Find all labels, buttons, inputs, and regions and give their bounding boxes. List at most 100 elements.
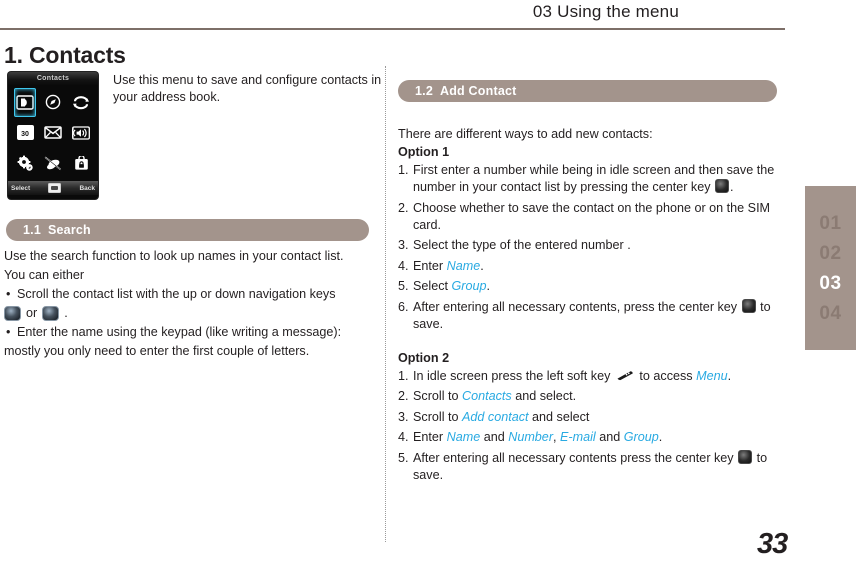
option-1-step-4: 4. Enter Name. — [398, 258, 780, 275]
keyword-add-contact: Add contact — [462, 409, 529, 424]
step-text-mid3: and — [595, 430, 624, 445]
option-1-step-3: 3. Select the type of the entered number… — [398, 237, 780, 254]
phone-softkey-left[interactable]: Select — [11, 185, 30, 192]
step-text-pre: Scroll to — [413, 389, 462, 404]
step-text-pre: After entering all necessary contents, p… — [413, 299, 741, 314]
step-text: Enter Name and Number, E-mail and Group. — [413, 429, 780, 446]
option-2-step-3: 3. Scroll to Add contact and select — [398, 409, 780, 426]
search-bullet-1: • Scroll the contact list with the up or… — [4, 286, 382, 303]
step-index: 5. — [398, 450, 409, 465]
search-line-1: Use the search function to look up names… — [4, 249, 344, 263]
navigation-keys-row: or . — [4, 305, 382, 322]
step-index: 5. — [398, 279, 409, 294]
section-pill-add-contact-number: 1.2 — [415, 84, 433, 98]
sidebar-tab-02[interactable]: 02 — [819, 244, 841, 263]
tools-icon — [39, 148, 67, 179]
option-2-step-5: 5. After entering all necessary contents… — [398, 449, 780, 485]
gear-icon — [11, 148, 39, 179]
step-text: Scroll to Add contact and select — [413, 409, 780, 426]
step-text: Enter Name. — [413, 258, 780, 275]
step-text-pre: In idle screen press the left soft key — [413, 368, 614, 383]
step-text-mid2: , — [553, 430, 561, 445]
section-pill-add-contact: 1.2 Add Contact — [398, 80, 777, 102]
option-1-step-6: 6. After entering all necessary contents… — [398, 298, 780, 334]
step-index: 4. — [398, 430, 409, 445]
step-text-pre: Enter — [413, 258, 447, 273]
step-text: Scroll to Contacts and select. — [413, 388, 780, 405]
navkey-or-label: or — [26, 306, 38, 320]
step-text: In idle screen press the left soft key t… — [413, 368, 780, 385]
search-bullet-2-text: Enter the name using the keypad (like wr… — [17, 325, 342, 339]
sidebar-tab-04[interactable]: 04 — [819, 304, 841, 323]
speaker-icon — [67, 118, 95, 149]
option-1-step-2: 2. Choose whether to save the contact on… — [398, 200, 780, 235]
search-bullet-2-cont: mostly you only need to enter the first … — [4, 344, 310, 358]
step-text-post: . — [658, 430, 663, 445]
keyword-group: Group — [623, 430, 659, 445]
bullet-dot-icon: • — [6, 287, 11, 301]
step-text-pre: Select — [413, 279, 452, 294]
keyword-contacts: Contacts — [462, 389, 512, 404]
step-index: 1. — [398, 162, 409, 177]
navkey-period: . — [64, 306, 68, 320]
step-text-pre: Enter — [413, 430, 447, 445]
chapter-tab-strip: 01 02 03 04 — [805, 186, 856, 350]
phone-screen-mockup: Contacts 30 Select Back — [8, 72, 98, 199]
keyword-email: E-mail — [560, 430, 596, 445]
center-key-icon[interactable] — [738, 449, 753, 464]
phone-screen-title: Contacts — [8, 72, 98, 85]
step-text: After entering all necessary contents, p… — [413, 298, 780, 334]
step-index: 4. — [398, 258, 409, 273]
add-contact-section-body: There are different ways to add new cont… — [398, 126, 780, 487]
step-index: 2. — [398, 200, 409, 215]
chapter-title: 03 Using the menu — [532, 2, 679, 21]
keyword-menu: Menu — [696, 368, 728, 383]
soft-key-icon[interactable] — [616, 369, 634, 380]
search-section-body: Use the search function to look up names… — [4, 248, 382, 362]
column-divider — [385, 66, 387, 542]
step-text: First enter a number while being in idle… — [413, 162, 780, 197]
compass-icon — [39, 87, 67, 118]
calendar-icon: 30 — [11, 118, 39, 149]
search-bullet-2: • Enter the name using the keypad (like … — [4, 324, 382, 341]
option-2-step-2: 2. Scroll to Contacts and select. — [398, 388, 780, 405]
section-pill-add-contact-label: Add Contact — [439, 84, 517, 98]
section-pill-search: 1.1 Search — [6, 219, 369, 241]
intro-paragraph: Use this menu to save and configure cont… — [113, 73, 382, 104]
step-index: 3. — [398, 409, 409, 424]
phone-softkey-right[interactable]: Back — [79, 185, 95, 192]
step-text-post: . — [727, 368, 732, 383]
lock-briefcase-icon — [67, 148, 95, 179]
step-text-post: and select. — [511, 389, 577, 404]
nav-key-down-icon[interactable] — [42, 306, 60, 321]
sidebar-tab-01[interactable]: 01 — [819, 214, 841, 233]
page-number: 33 — [757, 528, 788, 560]
keyword-group: Group — [451, 279, 487, 294]
phone-softkey-bar: Select Back — [8, 181, 98, 195]
center-key-icon[interactable] — [741, 298, 756, 313]
search-bullet-1-text: Scroll the contact list with the up or d… — [17, 287, 336, 301]
search-line-2: You can either — [4, 268, 85, 282]
keyword-name: Name — [446, 430, 481, 445]
step-text-pre: After entering all necessary contents pr… — [413, 450, 738, 465]
header-rule — [0, 28, 785, 30]
option-1-step-1: 1. First enter a number while being in i… — [398, 162, 780, 197]
section-pill-search-number: 1.1 — [23, 223, 41, 237]
section-pill-search-label: Search — [47, 223, 91, 237]
sidebar-tab-03[interactable]: 03 — [819, 274, 841, 293]
step-index: 1. — [398, 368, 409, 383]
nav-key-up-icon[interactable] — [4, 306, 21, 321]
step-text-pre: Scroll to — [413, 409, 462, 424]
envelope-icon — [39, 118, 67, 149]
step-index: 2. — [398, 389, 409, 404]
page-title: 1. Contacts — [4, 42, 126, 68]
keyword-name: Name — [446, 258, 481, 273]
step-text: Select the type of the entered number . — [413, 238, 631, 253]
step-text: After entering all necessary contents pr… — [413, 449, 780, 485]
add-contact-intro: There are different ways to add new cont… — [398, 127, 653, 141]
phone-center-key-icon[interactable] — [48, 183, 62, 193]
step-index: 3. — [398, 238, 409, 253]
option-1-step-5: 5. Select Group. — [398, 278, 780, 295]
center-key-icon[interactable] — [715, 179, 729, 194]
